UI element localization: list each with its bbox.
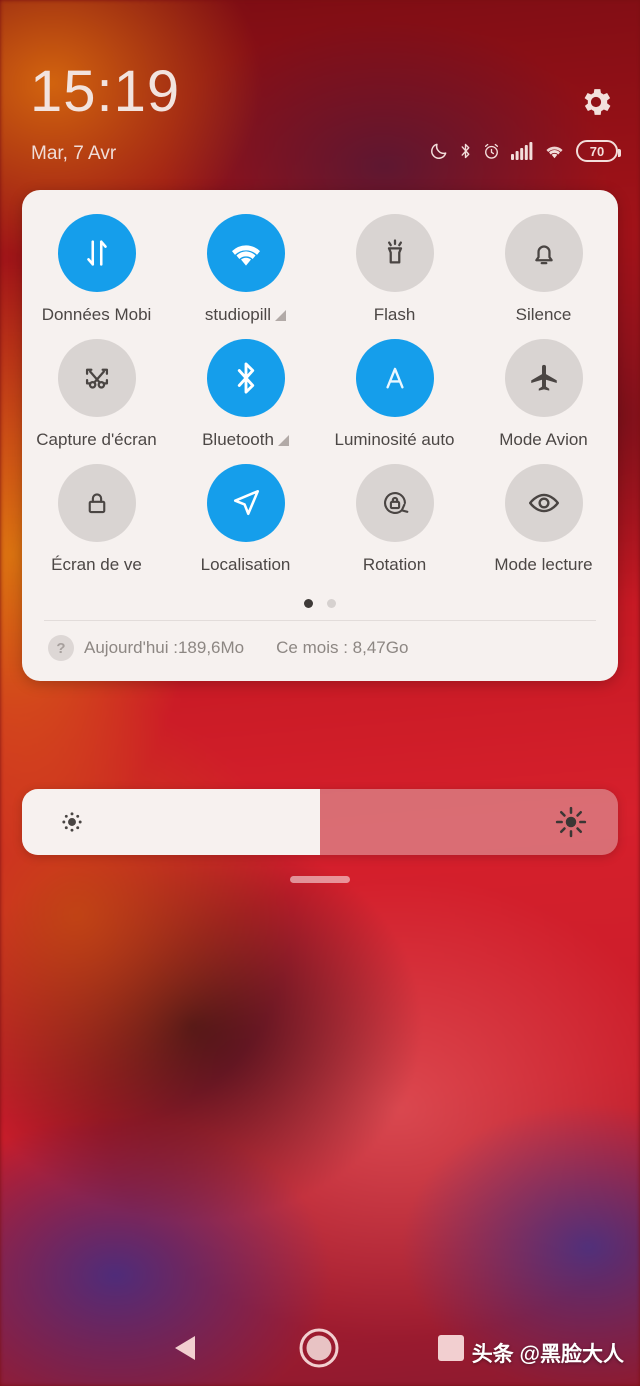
tile-flashlight[interactable]: Flash [320,214,469,339]
tile-label: Écran de ve [51,555,142,574]
navigation-bar: 头条 @黑脸大人 [0,1310,640,1386]
brightness-high-icon [555,806,587,838]
lock-icon [57,464,136,542]
page-indicator [22,589,618,620]
alarm-icon [484,143,499,159]
airplane-icon [504,339,583,417]
tile-wifi[interactable]: studiopill [171,214,320,339]
chevron-expand-icon[interactable] [277,434,289,446]
tile-label: Luminosité auto [334,430,455,449]
tile-row: Capture d'écran Bluetooth Luminosité aut… [22,339,618,464]
data-usage-today: Aujourd'hui :189,6Mo [84,638,245,657]
rotation-lock-icon [355,464,434,542]
home-circle-icon[interactable] [298,1327,340,1369]
bluetooth-icon [206,339,285,417]
recent-square-icon[interactable] [438,1335,464,1361]
tile-label: Capture d'écran [36,430,157,449]
status-icons: 70 [429,140,621,162]
tile-mobile-data[interactable]: Données Mobi [22,214,171,339]
question-mark-icon[interactable]: ? [48,635,74,661]
tile-auto-brightness[interactable]: Luminosité auto [320,339,469,464]
tile-label: Rotation [362,555,427,574]
tile-screenshot[interactable]: Capture d'écran [22,339,171,464]
chevron-expand-icon[interactable] [275,309,287,321]
clock: 15:19 [30,59,181,124]
tile-label-wrap: Bluetooth [202,430,289,450]
bluetooth-icon [461,143,470,159]
data-usage-month: Ce mois : 8,47Go [276,638,409,657]
tile-reading-mode[interactable]: Mode lecture [469,464,618,589]
tile-label: Mode Avion [499,430,588,449]
tile-silence[interactable]: Silence [469,214,618,339]
tile-row: Données Mobi studiopill Flash Silence [22,214,618,339]
wifi-icon [206,214,285,292]
bell-icon [504,214,583,292]
tile-label: Silence [515,305,572,324]
tile-label: Localisation [200,555,291,574]
tile-rotation-lock[interactable]: Rotation [320,464,469,589]
page-dot-1[interactable] [304,599,313,608]
data-usage-bar[interactable]: ? Aujourd'hui :189,6Mo Ce mois : 8,47Go [22,621,618,681]
brightness-low-icon [62,812,82,832]
auto-brightness-icon [355,339,434,417]
eye-icon [504,464,583,542]
tile-label: Flash [373,305,416,324]
page-dot-2[interactable] [327,599,336,608]
flashlight-icon [355,214,434,292]
mobile-data-icon [57,214,136,292]
tile-label: studiopill [204,305,272,324]
date-label: Mar, 7 Avr [31,143,117,164]
tile-label-wrap: studiopill [204,305,287,325]
tile-lock-screen[interactable]: Écran de ve [22,464,171,589]
status-header: 15:19 Mar, 7 Avr 70 [0,0,640,190]
battery-icon: 70 [576,140,621,162]
watermark: 头条 @黑脸大人 [471,1343,624,1366]
tile-location[interactable]: Localisation [171,464,320,589]
tile-label: Mode lecture [494,555,593,574]
tile-airplane-mode[interactable]: Mode Avion [469,339,618,464]
tile-label: Bluetooth [202,430,274,449]
quick-settings-panel: Données Mobi studiopill Flash Silence Ca… [22,190,618,681]
wifi-icon [546,146,563,159]
battery-level: 70 [589,143,605,159]
screenshot-icon [57,339,136,417]
gear-icon[interactable] [578,84,614,120]
tile-row: Écran de ve Localisation Rotation Mode l… [22,464,618,589]
panel-drag-handle[interactable] [290,876,350,883]
tile-bluetooth[interactable]: Bluetooth [171,339,320,464]
brightness-slider[interactable] [22,789,618,855]
back-triangle-icon[interactable] [172,1334,198,1362]
tile-label: Données Mobi [41,305,152,324]
signal-bars-icon [511,142,533,160]
moon-dnd-icon [431,143,447,159]
location-arrow-icon [206,464,285,542]
